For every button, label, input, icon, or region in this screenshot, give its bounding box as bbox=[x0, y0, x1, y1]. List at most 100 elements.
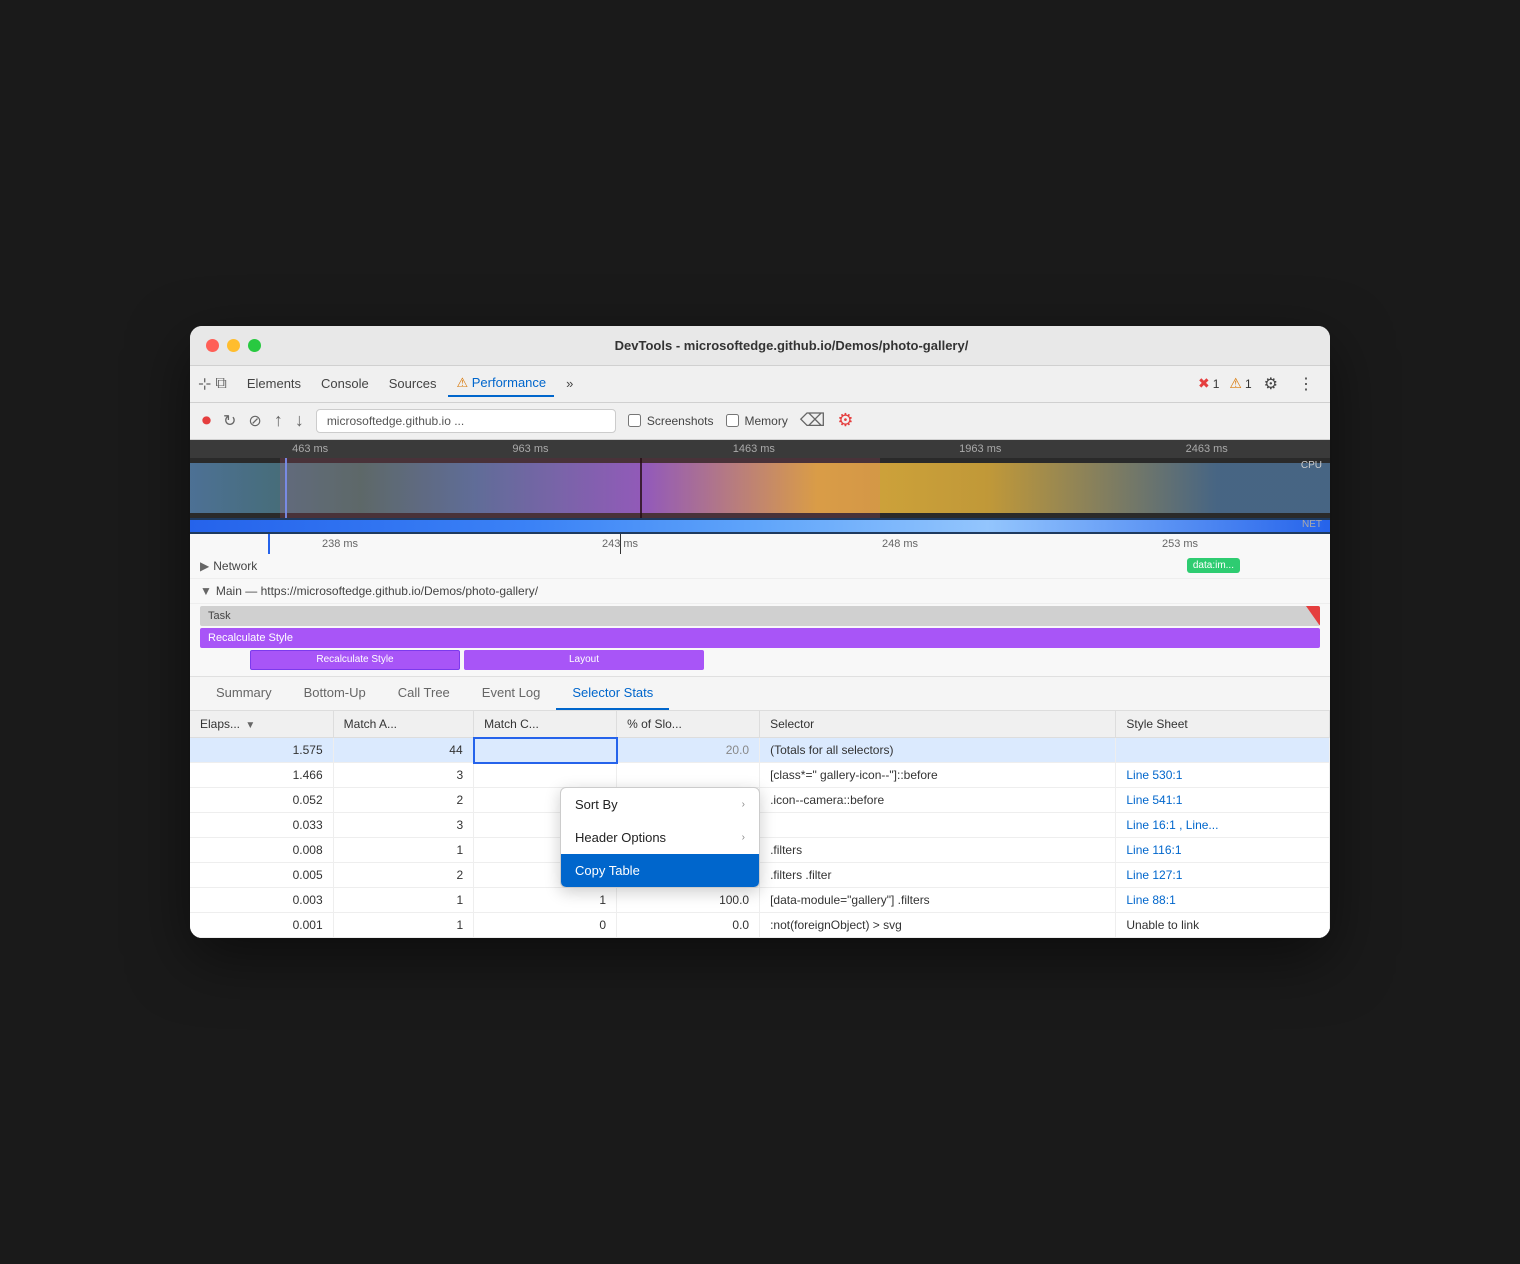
timeline-lower: 238 ms 243 ms 248 ms 253 ms ▶ Network da… bbox=[190, 534, 1330, 677]
layout-inner-bar: Layout bbox=[464, 650, 704, 670]
time-label-3: 248 ms bbox=[882, 538, 918, 550]
table-header-row: Elaps... ▼ Match A... Match C... % of Sl… bbox=[190, 711, 1330, 738]
tab-call-tree[interactable]: Call Tree bbox=[382, 677, 466, 710]
cell-sheet: Line 530:1 bbox=[1116, 763, 1330, 788]
time-label-1: 238 ms bbox=[322, 538, 358, 550]
tab-sources[interactable]: Sources bbox=[381, 372, 445, 395]
traffic-lights bbox=[206, 339, 261, 352]
col-pct[interactable]: % of Slo... bbox=[617, 711, 760, 738]
col-elapsed[interactable]: Elaps... ▼ bbox=[190, 711, 333, 738]
tab-elements[interactable]: Elements bbox=[239, 372, 309, 395]
refresh-button[interactable]: ↻ bbox=[223, 411, 236, 431]
ms-label-5: 2463 ms bbox=[1186, 443, 1228, 455]
context-menu-header-options[interactable]: Header Options › bbox=[561, 821, 759, 854]
cell-elapsed: 1.466 bbox=[190, 763, 333, 788]
tab-summary[interactable]: Summary bbox=[200, 677, 288, 710]
cell-pct: 100.0 bbox=[617, 888, 760, 913]
cell-elapsed: 0.033 bbox=[190, 813, 333, 838]
cell-pct: 0.0 bbox=[617, 913, 760, 938]
cell-selector: [data-module="gallery"] .filters bbox=[760, 888, 1116, 913]
url-input[interactable] bbox=[316, 409, 616, 433]
cell-pct: 20.0 bbox=[617, 738, 760, 763]
tab-more[interactable]: » bbox=[558, 372, 581, 395]
screenshots-checkbox[interactable] bbox=[628, 414, 641, 427]
memory-checkbox[interactable] bbox=[726, 414, 739, 427]
table-row[interactable]: 1.575 44 20.0 (Totals for all selectors) bbox=[190, 738, 1330, 763]
cell-pct bbox=[617, 763, 760, 788]
col-selector[interactable]: Selector bbox=[760, 711, 1116, 738]
data-chip: data:im... bbox=[1187, 557, 1240, 571]
tab-event-log[interactable]: Event Log bbox=[466, 677, 557, 710]
network-expand-icon[interactable]: ▶ bbox=[200, 559, 209, 573]
sheet-link[interactable]: Line 116:1 bbox=[1126, 843, 1181, 857]
sort-icon: ▼ bbox=[245, 720, 255, 731]
recalc-inner-bar: Recalculate Style bbox=[250, 650, 460, 670]
cell-elapsed: 0.003 bbox=[190, 888, 333, 913]
recalculate-bar: Recalculate Style bbox=[200, 628, 1320, 648]
main-expand-icon[interactable]: ▼ bbox=[200, 584, 212, 598]
cell-selector bbox=[760, 813, 1116, 838]
stop-button[interactable]: ⊘ bbox=[248, 411, 261, 431]
main-label: Main — https://microsoftedge.github.io/D… bbox=[216, 584, 538, 598]
tab-performance[interactable]: ⚠ Performance bbox=[448, 371, 554, 397]
sheet-link[interactable]: Line 530:1 bbox=[1126, 768, 1182, 782]
col-matcha[interactable]: Match A... bbox=[333, 711, 473, 738]
cell-elapsed: 0.001 bbox=[190, 913, 333, 938]
cell-sheet: Line 88:1 bbox=[1116, 888, 1330, 913]
cell-matcha: 3 bbox=[333, 763, 473, 788]
cell-matcha: 1 bbox=[333, 838, 473, 863]
maximize-button[interactable] bbox=[248, 339, 261, 352]
sheet-link[interactable]: Line 127:1 bbox=[1126, 868, 1182, 882]
cell-sheet: Unable to link bbox=[1116, 913, 1330, 938]
inspect-icon[interactable]: ⊹ bbox=[198, 374, 211, 394]
upload-button[interactable]: ↑ bbox=[274, 410, 283, 431]
cell-elapsed: 0.052 bbox=[190, 788, 333, 813]
table-row[interactable]: 1.466 3 [class*=" gallery-icon--"]::befo… bbox=[190, 763, 1330, 788]
sheet-link[interactable]: Line 541:1 bbox=[1126, 793, 1182, 807]
minimize-button[interactable] bbox=[227, 339, 240, 352]
close-button[interactable] bbox=[206, 339, 219, 352]
screenshots-label: Screenshots bbox=[647, 414, 714, 428]
more-options-button[interactable]: ⋮ bbox=[1290, 370, 1322, 398]
cell-selector: .filters bbox=[760, 838, 1116, 863]
cell-matchc: 1 bbox=[474, 888, 617, 913]
cpu-chart[interactable]: CPU bbox=[190, 458, 1330, 518]
table-container[interactable]: Elaps... ▼ Match A... Match C... % of Sl… bbox=[190, 711, 1330, 939]
cell-matcha: 2 bbox=[333, 863, 473, 888]
cell-sheet: Line 127:1 bbox=[1116, 863, 1330, 888]
tab-bottom-up[interactable]: Bottom-Up bbox=[288, 677, 382, 710]
cell-sheet: Line 116:1 bbox=[1116, 838, 1330, 863]
clear-button[interactable]: ⌫ bbox=[800, 410, 825, 431]
cell-matcha: 1 bbox=[333, 888, 473, 913]
sheet-link[interactable]: Line 16:1 , Line... bbox=[1126, 818, 1218, 832]
devtools-window: DevTools - microsoftedge.github.io/Demos… bbox=[190, 326, 1330, 939]
settings-button[interactable]: ⚙ bbox=[1256, 370, 1286, 398]
ms-label-4: 1963 ms bbox=[959, 443, 1001, 455]
context-menu-copy-table[interactable]: Copy Table bbox=[561, 854, 759, 887]
tab-console[interactable]: Console bbox=[313, 372, 377, 395]
context-menu-sort-by[interactable]: Sort By › bbox=[561, 788, 759, 821]
device-icon[interactable]: ⧉ bbox=[215, 375, 226, 393]
sheet-link[interactable]: Line 88:1 bbox=[1126, 893, 1175, 907]
table-row[interactable]: 0.003 1 1 100.0 [data-module="gallery"] … bbox=[190, 888, 1330, 913]
context-menu: Sort By › Header Options › Copy Table bbox=[560, 787, 760, 888]
task-label: Task bbox=[208, 610, 231, 622]
tab-selector-stats[interactable]: Selector Stats bbox=[556, 677, 669, 710]
net-chart[interactable]: NET bbox=[190, 518, 1330, 534]
memory-checkbox-group: Memory bbox=[726, 414, 788, 428]
cell-sheet: Line 541:1 bbox=[1116, 788, 1330, 813]
cell-elapsed: 0.008 bbox=[190, 838, 333, 863]
bottom-panel: Summary Bottom-Up Call Tree Event Log Se… bbox=[190, 677, 1330, 939]
record-button[interactable]: ⏺ bbox=[202, 410, 211, 431]
net-label: NET bbox=[1302, 519, 1322, 530]
table-row[interactable]: 0.001 1 0 0.0 :not(foreignObject) > svg … bbox=[190, 913, 1330, 938]
settings-perf-button[interactable]: ⚙ bbox=[837, 410, 853, 431]
selector-stats-table: Elaps... ▼ Match A... Match C... % of Sl… bbox=[190, 711, 1330, 939]
col-stylesheet[interactable]: Style Sheet bbox=[1116, 711, 1330, 738]
chevron-right-icon: › bbox=[742, 832, 745, 843]
cell-matcha: 2 bbox=[333, 788, 473, 813]
recalc-label: Recalculate Style bbox=[208, 632, 293, 644]
ms-labels-row: 463 ms 963 ms 1463 ms 1963 ms 2463 ms bbox=[190, 440, 1330, 458]
download-button[interactable]: ↓ bbox=[295, 410, 304, 431]
col-matchc[interactable]: Match C... bbox=[474, 711, 617, 738]
